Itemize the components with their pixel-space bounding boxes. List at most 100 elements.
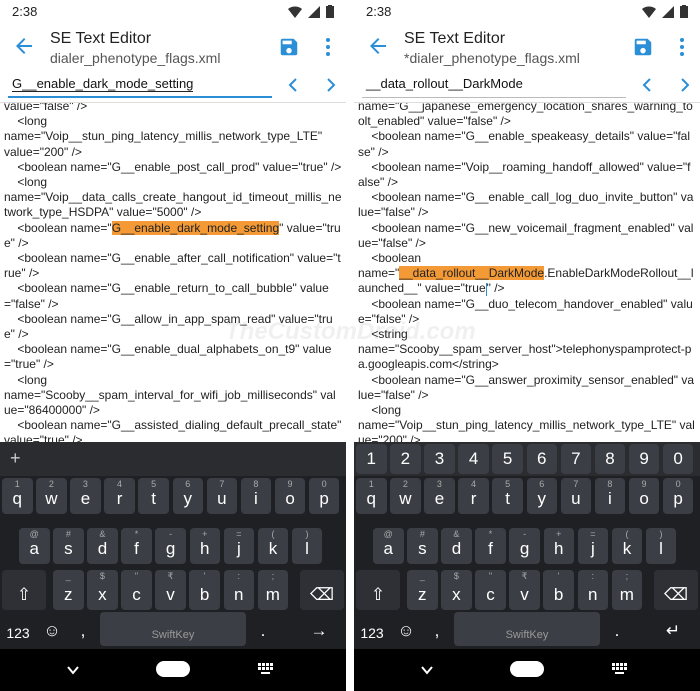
keyboard-switch-icon[interactable] <box>258 663 274 675</box>
key-m[interactable]: ; m <box>611 570 643 610</box>
emoji-key[interactable]: ☺ <box>390 612 422 646</box>
number-key-6[interactable]: 6 <box>526 444 557 474</box>
key-a[interactable]: @ a <box>373 528 404 564</box>
back-arrow-icon[interactable] <box>366 34 390 58</box>
key-g[interactable]: -g <box>155 528 186 564</box>
key-q[interactable]: 1q <box>2 478 33 514</box>
nav-home-button[interactable] <box>156 661 190 677</box>
comma-key[interactable]: , <box>70 612 96 646</box>
number-key-9[interactable]: 9 <box>628 444 660 474</box>
emoji-key[interactable]: ☺ <box>36 612 68 646</box>
key-y[interactable]: 6y <box>172 478 203 514</box>
key-k[interactable]: (k <box>611 528 643 564</box>
key-p[interactable]: 0p <box>308 478 340 514</box>
key-k[interactable]: (k <box>257 528 289 564</box>
key-o[interactable]: 9o <box>274 478 306 514</box>
key-i[interactable]: 8i <box>594 478 626 514</box>
find-next-icon[interactable] <box>324 76 338 94</box>
shift-key[interactable]: ⇧ <box>2 570 46 610</box>
numbers-key[interactable]: 123 <box>2 612 34 646</box>
key-i[interactable]: 8i <box>240 478 272 514</box>
save-icon[interactable] <box>632 36 654 58</box>
number-key-4[interactable]: 4 <box>458 444 489 474</box>
key-e[interactable]: 3e <box>424 478 455 514</box>
key-x[interactable]: $ x <box>87 570 118 610</box>
nav-back-icon[interactable] <box>420 663 434 677</box>
nav-home-button[interactable] <box>510 661 544 677</box>
key-s[interactable]: # s <box>407 528 438 564</box>
search-input[interactable]: __data_rollout__DarkMode <box>362 72 626 98</box>
keyboard-switch-icon[interactable] <box>612 663 628 675</box>
key-t[interactable]: 5t <box>492 478 523 514</box>
key-a[interactable]: @ a <box>19 528 50 564</box>
period-key[interactable]: . <box>250 612 276 646</box>
key-t[interactable]: 5t <box>138 478 169 514</box>
backspace-key[interactable]: ⌫ <box>654 570 698 610</box>
key-d[interactable]: & d <box>441 528 472 564</box>
key-u[interactable]: 7u <box>206 478 238 514</box>
key-n[interactable]: :n <box>577 570 608 610</box>
space-key[interactable]: SwiftKey <box>454 612 600 646</box>
find-next-icon[interactable] <box>678 76 692 94</box>
number-key-7[interactable]: 7 <box>560 444 592 474</box>
number-key-1[interactable]: 1 <box>356 444 387 474</box>
key-r[interactable]: 4r <box>104 478 135 514</box>
overflow-menu-icon[interactable] <box>324 36 332 58</box>
key-e[interactable]: 3e <box>70 478 101 514</box>
key-z[interactable]: _ z <box>53 570 84 610</box>
save-icon[interactable] <box>278 36 300 58</box>
number-key-8[interactable]: 8 <box>594 444 626 474</box>
overflow-menu-icon[interactable] <box>678 36 686 58</box>
key-h[interactable]: + h <box>189 528 220 564</box>
nav-back-icon[interactable] <box>66 663 80 677</box>
plus-icon[interactable]: + <box>10 448 21 469</box>
key-m[interactable]: ; m <box>257 570 289 610</box>
backspace-key[interactable]: ⌫ <box>300 570 344 610</box>
key-j[interactable]: = j <box>577 528 609 564</box>
text-editor[interactable]: value="false" /> <long name="Voip__stun_… <box>0 102 346 442</box>
shift-key[interactable]: ⇧ <box>356 570 400 610</box>
key-w[interactable]: 2w <box>36 478 67 514</box>
comma-key[interactable]: , <box>424 612 450 646</box>
key-w[interactable]: 2w <box>390 478 421 514</box>
enter-key[interactable]: → <box>296 612 342 646</box>
key-d[interactable]: & d <box>87 528 118 564</box>
key-y[interactable]: 6y <box>526 478 557 514</box>
key-h[interactable]: + h <box>543 528 574 564</box>
number-key-5[interactable]: 5 <box>492 444 523 474</box>
number-key-2[interactable]: 2 <box>390 444 421 474</box>
numbers-key[interactable]: 123 <box>356 612 388 646</box>
key-r[interactable]: 4r <box>458 478 489 514</box>
key-c[interactable]: " c <box>121 570 152 610</box>
key-j[interactable]: = j <box>223 528 255 564</box>
period-key[interactable]: . <box>604 612 630 646</box>
search-input[interactable]: G__enable_dark_mode_setting <box>8 72 272 98</box>
number-key-3[interactable]: 3 <box>424 444 455 474</box>
back-arrow-icon[interactable] <box>12 34 36 58</box>
key-x[interactable]: $ x <box>441 570 472 610</box>
key-b[interactable]: ' b <box>189 570 220 610</box>
key-q[interactable]: 1q <box>356 478 387 514</box>
space-key[interactable]: SwiftKey <box>100 612 246 646</box>
key-o[interactable]: 9o <box>628 478 660 514</box>
enter-key[interactable]: ↵ <box>650 612 696 646</box>
key-p[interactable]: 0p <box>662 478 694 514</box>
key-v[interactable]: ₹ v <box>509 570 540 610</box>
key-f[interactable]: * f <box>475 528 506 564</box>
key-z[interactable]: _ z <box>407 570 438 610</box>
key-hint: : <box>591 571 594 581</box>
number-key-0[interactable]: 0 <box>662 444 694 474</box>
key-u[interactable]: 7u <box>560 478 592 514</box>
key-l[interactable]: ) l <box>291 528 323 564</box>
key-n[interactable]: :n <box>223 570 254 610</box>
find-previous-icon[interactable] <box>286 76 300 94</box>
key-b[interactable]: ' b <box>543 570 574 610</box>
key-v[interactable]: ₹ v <box>155 570 186 610</box>
key-g[interactable]: -g <box>509 528 540 564</box>
find-previous-icon[interactable] <box>640 76 654 94</box>
text-editor[interactable]: name="G__japanese_emergency_location_sha… <box>354 102 700 442</box>
key-c[interactable]: " c <box>475 570 506 610</box>
key-l[interactable]: ) l <box>645 528 677 564</box>
key-s[interactable]: # s <box>53 528 84 564</box>
key-f[interactable]: * f <box>121 528 152 564</box>
